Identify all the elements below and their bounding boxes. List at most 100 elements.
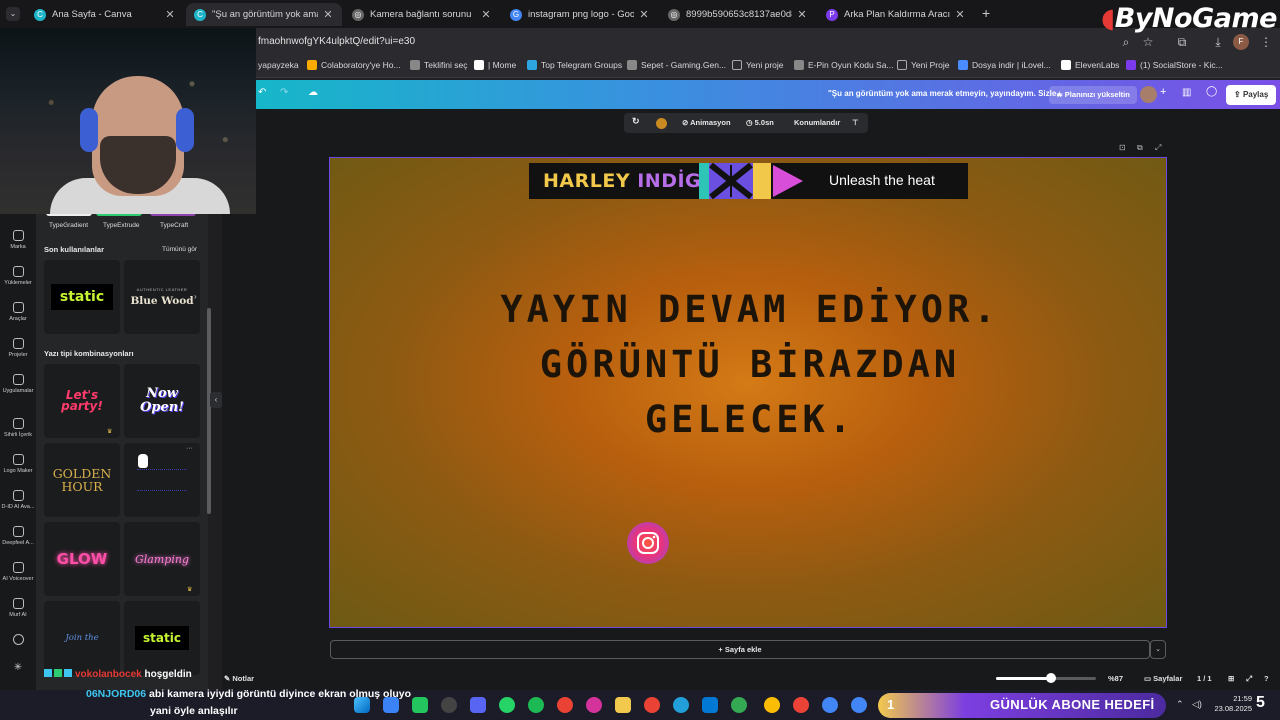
lock-icon[interactable]: ⊡ — [1119, 143, 1126, 152]
position-button[interactable]: Konumlandır — [794, 118, 840, 127]
duration-button[interactable]: ◷ 5.0sn — [746, 118, 774, 127]
zoom-icon[interactable]: ⌕ — [1118, 34, 1134, 50]
recent-card[interactable]: AUTHENTIC LEATHER Blue Wood — [124, 260, 200, 334]
chrome-icon[interactable] — [851, 697, 867, 713]
format-painter-icon[interactable]: ⊤ — [852, 118, 859, 127]
close-icon[interactable]: ✕ — [164, 8, 176, 21]
rail-item-murf[interactable]: Murf AI — [0, 598, 36, 618]
tab-canva-design[interactable]: C "Şu an görüntüm yok ama merak ✕ — [186, 3, 342, 26]
profile-avatar[interactable]: F — [1233, 34, 1249, 50]
collapse-panel-button[interactable]: ‹ — [210, 392, 222, 408]
panel-scrollbar[interactable] — [207, 308, 211, 514]
combo-card[interactable]: Now Open! — [124, 364, 200, 438]
see-all-link[interactable]: Tümünü gör — [162, 246, 197, 253]
avatar[interactable] — [1140, 86, 1157, 103]
url-input[interactable]: fmaohnwofgYK4ulpktQ/edit?ui=e30 — [258, 36, 415, 47]
design-title[interactable]: "Şu an görüntüm yok ama merak etmeyin, y… — [828, 89, 1063, 98]
share-button[interactable]: ⇪ Paylaş — [1226, 85, 1277, 105]
telegram-icon[interactable] — [673, 697, 689, 713]
bookmark[interactable]: Top Telegram Groups — [527, 60, 622, 70]
bookmark[interactable]: Dosya indir | iLovel... — [958, 60, 1051, 70]
add-collaborator-icon[interactable]: + — [1160, 86, 1166, 98]
chrome-icon[interactable] — [793, 697, 809, 713]
chevron-down-icon[interactable]: ⌄ — [1150, 640, 1166, 659]
rail-item-more[interactable] — [0, 634, 36, 648]
rail-item-projects[interactable]: Projeler — [0, 338, 36, 358]
combo-card[interactable]: GLOW — [44, 522, 120, 596]
outlook-icon[interactable] — [702, 697, 718, 713]
rail-item-apps[interactable]: Uygulamalar — [0, 374, 36, 394]
tab-canva-home[interactable]: C Ana Sayfa - Canva ✕ — [26, 3, 184, 26]
bookmark[interactable]: Sepet - Gaming.Gen... — [627, 60, 726, 70]
redo-icon[interactable]: ↷ — [280, 87, 288, 98]
rail-item-brand[interactable]: Marka — [0, 230, 36, 250]
combo-card[interactable]: Glamping ♛ — [124, 522, 200, 596]
headline-text[interactable]: YAYIN DEVAM EDİYOR. GÖRÜNTÜ BİRAZDAN GEL… — [380, 282, 1120, 447]
close-icon[interactable]: ✕ — [954, 8, 966, 21]
bookmark[interactable]: E-Pin Oyun Kodu Sa... — [794, 60, 894, 70]
cloud-saved-icon[interactable]: ☁ — [308, 87, 318, 98]
tab-search-button[interactable]: ⌄ — [6, 7, 20, 21]
spotify-icon[interactable] — [528, 697, 544, 713]
close-icon[interactable]: ✕ — [480, 8, 492, 21]
combo-card[interactable]: Let's party! ♛ — [44, 364, 120, 438]
chevron-right-icon[interactable]: › — [194, 292, 197, 301]
fullscreen-icon[interactable]: ⤢ — [1246, 674, 1252, 684]
notification-badge[interactable]: 5 — [1256, 694, 1265, 712]
bookmark[interactable]: yapayzeka — [258, 60, 299, 70]
extensions-icon[interactable]: ⧉ — [1174, 34, 1190, 50]
rail-item-logo-maker[interactable]: Logo Maker — [0, 454, 36, 474]
rail-item-tools[interactable]: Araçlar — [0, 302, 36, 322]
file-explorer-icon[interactable] — [615, 697, 631, 713]
pages-button[interactable]: ▭ Sayfalar — [1144, 674, 1182, 683]
help-icon[interactable]: ? — [1264, 674, 1269, 683]
undo-icon[interactable]: ↶ — [258, 87, 266, 98]
magic-studio-icon[interactable]: ✳ — [0, 662, 36, 673]
duplicate-icon[interactable]: ⧉ — [1137, 143, 1143, 153]
replace-icon[interactable]: ↻ — [632, 116, 640, 127]
notes-button[interactable]: ✎ Notlar — [224, 674, 254, 683]
chrome-icon[interactable] — [644, 697, 660, 713]
rail-item-voiceover[interactable]: AI Voiceover — [0, 562, 36, 582]
tray-chevron-icon[interactable]: ⌃ — [1176, 699, 1184, 710]
grid-view-icon[interactable]: ⊞ — [1228, 674, 1234, 683]
bookmark[interactable]: Yeni Proje — [897, 60, 949, 70]
new-tab-button[interactable]: + — [982, 5, 990, 21]
expand-icon[interactable]: ⤢ — [1155, 143, 1161, 153]
combo-card[interactable]: Join the — [44, 601, 120, 675]
taskbar-app-icon[interactable] — [586, 697, 602, 713]
bookmark[interactable]: Colaboratory'ye Ho... — [307, 60, 401, 70]
bookmark[interactable]: (1) SocialStore - Kic... — [1126, 60, 1223, 70]
star-icon[interactable]: ☆ — [1140, 34, 1156, 50]
zoom-slider-knob[interactable] — [1046, 673, 1056, 683]
rail-item-deepfeel[interactable]: Deepfeel A... — [0, 526, 36, 546]
add-page-button[interactable]: + Sayfa ekle — [330, 640, 1150, 659]
combo-card[interactable]: static — [124, 601, 200, 675]
comment-icon[interactable]: ◯ — [1206, 86, 1217, 97]
rail-item-did[interactable]: D-ID AI Ava... — [0, 490, 36, 510]
system-clock[interactable]: 21:59 23.08.2025 — [1210, 694, 1252, 714]
brand-banner[interactable]: HARLEY INDİGO Unleash the heat — [529, 162, 968, 200]
close-icon[interactable]: ✕ — [322, 8, 334, 21]
bookmark[interactable]: ElevenLabs — [1061, 60, 1119, 70]
menu-icon[interactable]: ⋮ — [1258, 34, 1274, 50]
tab-remove-bg[interactable]: P Arka Plan Kaldırma Aracı: Ücret ✕ — [818, 3, 974, 26]
tab-camera-issue[interactable]: ◎ Kamera bağlantı sorunu ✕ — [344, 3, 500, 26]
whatsapp-icon[interactable] — [499, 697, 515, 713]
taskbar-app-icon[interactable] — [412, 697, 428, 713]
recent-card[interactable]: static — [44, 260, 120, 334]
insights-icon[interactable]: ▥ — [1182, 87, 1191, 98]
tab-hash[interactable]: ◎ 8999b590653c8137ae0d80053a ✕ — [660, 3, 816, 26]
volume-icon[interactable]: ◁) — [1192, 699, 1202, 710]
rail-item-magic[interactable]: Sihirli İçerik — [0, 418, 36, 438]
close-icon[interactable]: ✕ — [638, 8, 650, 21]
chrome-icon[interactable] — [764, 697, 780, 713]
chrome-icon[interactable] — [557, 697, 573, 713]
combo-card[interactable]: GOLDEN HOUR — [44, 443, 120, 517]
steam-icon[interactable] — [441, 697, 457, 713]
tab-google-search[interactable]: G instagram png logo - Google'da ✕ — [502, 3, 658, 26]
chrome-icon[interactable] — [731, 697, 747, 713]
color-swatch[interactable] — [656, 118, 667, 129]
download-icon[interactable]: ⤓ — [1210, 34, 1226, 50]
bookmark[interactable]: Yeni proje — [732, 60, 784, 70]
